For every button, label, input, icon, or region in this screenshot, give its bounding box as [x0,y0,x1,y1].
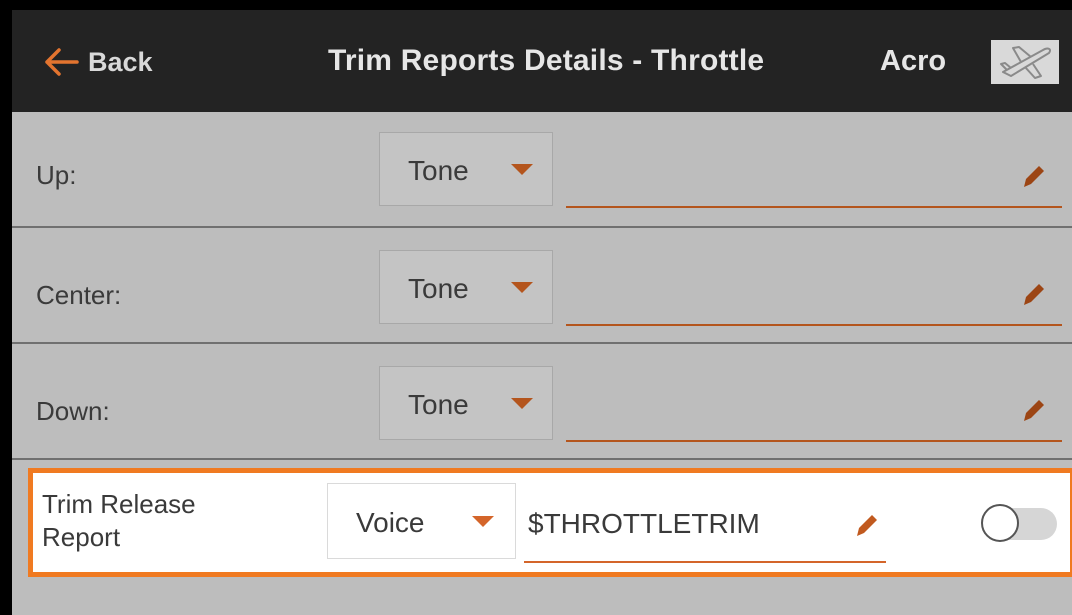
row-label-line2: Report [42,522,121,552]
release-mode-value: Voice [356,507,425,538]
trim-report-row-center: Center: Tone [12,228,1072,344]
trim-release-report-row: Trim Release Report Voice $THROTTLETRIM [28,468,1072,577]
back-button[interactable]: Back [44,42,153,82]
trim-report-row-up: Up: Tone [12,112,1072,228]
down-mode-dropdown[interactable]: Tone [379,366,553,440]
caret-down-icon [511,164,533,175]
pencil-icon[interactable] [1018,396,1048,426]
airplane-icon[interactable] [991,40,1059,84]
model-type-label: Acro [880,45,947,77]
up-mode-dropdown[interactable]: Tone [379,132,553,206]
up-mode-value: Tone [408,155,469,186]
row-label-center: Center: [36,280,122,310]
center-sound-field[interactable] [566,252,1062,326]
trim-report-row-down: Down: Tone [12,344,1072,460]
pencil-icon[interactable] [1018,162,1048,192]
page-title: Trim Reports Details - Throttle [328,44,765,77]
center-mode-value: Tone [408,273,469,304]
back-label: Back [88,46,153,77]
up-sound-field[interactable] [566,134,1062,208]
app-window: Back Trim Reports Details - Throttle Acr… [12,10,1072,615]
caret-down-icon [472,516,494,527]
arrow-left-icon [45,48,79,76]
down-mode-value: Tone [408,389,469,420]
row-label-down: Down: [36,396,110,426]
release-sound-field[interactable]: $THROTTLETRIM [524,483,886,563]
release-mode-dropdown[interactable]: Voice [327,483,516,559]
row-label-trim-release: Trim Release Report [42,488,196,554]
row-label-up: Up: [36,160,77,190]
down-sound-field[interactable] [566,368,1062,442]
caret-down-icon [511,398,533,409]
trim-release-toggle[interactable] [981,504,1061,544]
center-mode-dropdown[interactable]: Tone [379,250,553,324]
pencil-icon[interactable] [851,511,881,541]
screen-frame: Back Trim Reports Details - Throttle Acr… [0,0,1072,615]
release-sound-value: $THROTTLETRIM [528,508,760,539]
caret-down-icon [511,282,533,293]
toggle-knob [981,504,1019,542]
pencil-icon[interactable] [1018,280,1048,310]
row-label-line1: Trim Release [42,489,196,519]
top-bar: Back Trim Reports Details - Throttle Acr… [12,10,1072,112]
